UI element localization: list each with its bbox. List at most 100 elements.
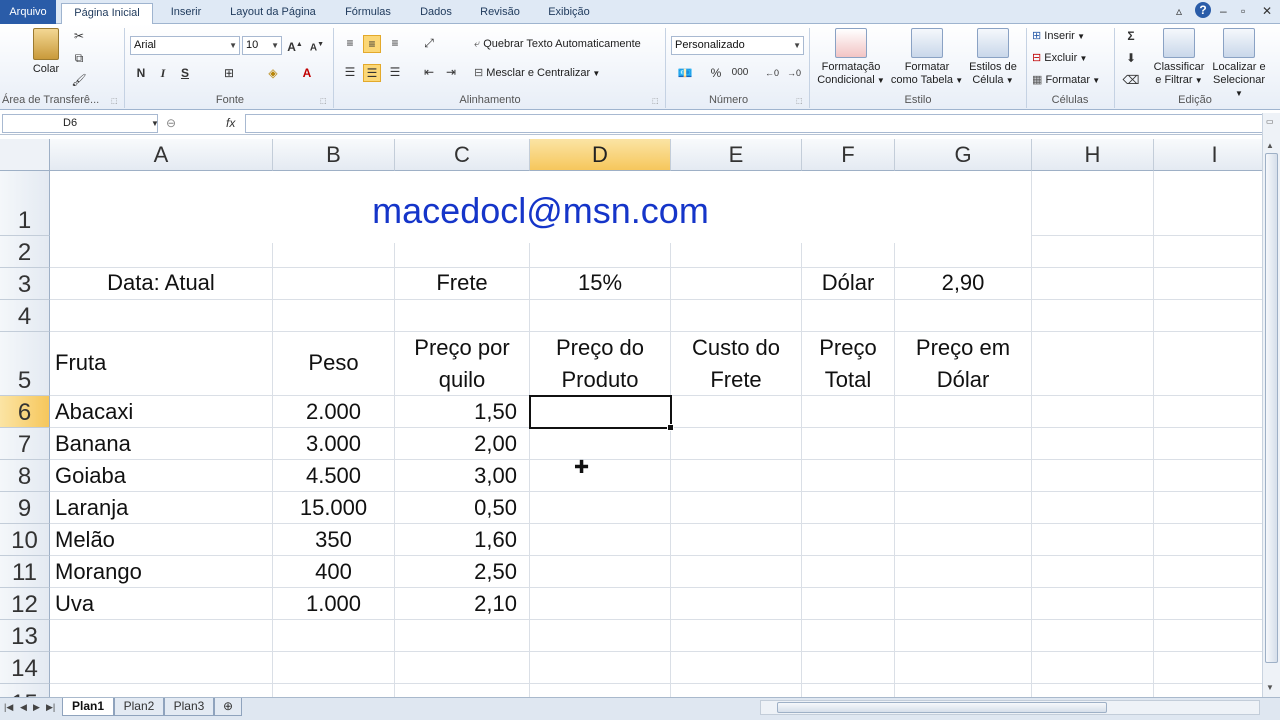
cell-fruta[interactable]: Laranja <box>55 493 265 523</box>
italic-button[interactable]: I <box>154 65 172 83</box>
cell-f3[interactable]: Dólar <box>802 268 894 298</box>
row-header-7[interactable]: 7 <box>0 428 50 460</box>
row-header-9[interactable]: 9 <box>0 492 50 524</box>
cell-c3[interactable]: Frete <box>395 268 529 298</box>
delete-cells-button[interactable]: ⊟ Excluir ▼ <box>1032 50 1087 67</box>
decrease-indent-icon[interactable]: ⇤ <box>420 64 438 82</box>
row-header-11[interactable]: 11 <box>0 556 50 588</box>
format-painter-icon[interactable]: 🖌 <box>70 72 88 90</box>
find-select-button[interactable]: Localizar e Selecionar ▼ <box>1208 28 1270 100</box>
formula-input[interactable] <box>245 114 1265 133</box>
row-header-12[interactable]: 12 <box>0 588 50 620</box>
alignment-launcher-icon[interactable]: ⬚ <box>652 97 659 105</box>
close-icon[interactable]: ✕ <box>1262 4 1272 18</box>
insert-cells-button[interactable]: ⊞ Inserir ▼ <box>1032 28 1085 45</box>
horizontal-scrollbar[interactable] <box>760 700 1260 715</box>
copy-icon[interactable]: ⧉ <box>70 50 88 68</box>
cell-peso[interactable]: 3.000 <box>273 429 394 459</box>
vertical-scroll-thumb[interactable] <box>1265 153 1278 663</box>
align-top-icon[interactable]: ≡ <box>341 35 359 53</box>
number-launcher-icon[interactable]: ⬚ <box>796 97 803 105</box>
cell-peso[interactable]: 2.000 <box>273 397 394 427</box>
sort-filter-button[interactable]: Classificar e Filtrar ▼ <box>1150 28 1208 87</box>
underline-button[interactable]: S <box>176 65 194 83</box>
row-header-5[interactable]: 5 <box>0 332 50 396</box>
row-header-2[interactable]: 2 <box>0 236 50 268</box>
header-custo-frete[interactable]: Custo do Frete <box>671 332 801 396</box>
cell-fruta[interactable]: Morango <box>55 557 265 587</box>
header-fruta[interactable]: Fruta <box>55 348 265 378</box>
tab-review[interactable]: Revisão <box>472 3 528 24</box>
align-middle-icon[interactable]: ≡ <box>363 35 381 53</box>
row-header-13[interactable]: 13 <box>0 620 50 652</box>
fill-icon[interactable]: ⬇ <box>1122 50 1140 68</box>
row-header-15[interactable]: 15 <box>0 684 50 697</box>
cell-preco[interactable]: 2,00 <box>395 429 517 459</box>
align-center-icon[interactable]: ☰ <box>363 64 381 82</box>
insert-sheet-icon[interactable]: ⊕ <box>214 698 242 716</box>
column-header-e[interactable]: E <box>671 139 802 171</box>
column-header-b[interactable]: B <box>273 139 395 171</box>
increase-decimal-icon[interactable]: ←0 <box>763 65 781 83</box>
column-header-h[interactable]: H <box>1032 139 1154 171</box>
conditional-formatting-button[interactable]: Formatação Condicional ▼ <box>814 28 888 87</box>
scroll-up-icon[interactable]: ▲ <box>1266 141 1274 150</box>
tab-formulas[interactable]: Fórmulas <box>338 3 398 24</box>
tab-view[interactable]: Exibição <box>540 3 598 24</box>
tab-file[interactable]: Arquivo <box>0 0 56 24</box>
format-as-table-button[interactable]: Formatar como Tabela ▼ <box>890 28 964 87</box>
first-sheet-icon[interactable]: |◀ <box>4 702 13 713</box>
cell-peso[interactable]: 15.000 <box>273 493 394 523</box>
tab-home[interactable]: Página Inicial <box>61 3 153 25</box>
cell-fruta[interactable]: Goiaba <box>55 461 265 491</box>
cell-fruta[interactable]: Uva <box>55 589 265 619</box>
header-preco-total[interactable]: Preço Total <box>802 332 894 396</box>
row-header-3[interactable]: 3 <box>0 268 50 300</box>
cell-a3[interactable]: Data: Atual <box>50 268 272 298</box>
column-header-i[interactable]: I <box>1154 139 1262 171</box>
prev-sheet-icon[interactable]: ◀ <box>20 702 27 713</box>
row-header-6[interactable]: 6 <box>0 396 50 428</box>
format-cells-button[interactable]: ▦ Formatar ▼ <box>1032 72 1100 89</box>
borders-icon[interactable]: ⊞ <box>220 65 238 83</box>
row-header-8[interactable]: 8 <box>0 460 50 492</box>
cell-preco[interactable]: 2,10 <box>395 589 517 619</box>
row-header-4[interactable]: 4 <box>0 300 50 332</box>
select-all-button[interactable] <box>0 139 50 171</box>
ruler-toggle-icon[interactable]: ▭ <box>1266 117 1274 126</box>
horizontal-scroll-thumb[interactable] <box>777 702 1107 713</box>
autosum-icon[interactable]: Σ <box>1122 28 1140 46</box>
grow-font-icon[interactable]: A▲ <box>286 37 304 55</box>
row-header-1[interactable]: 1 <box>0 171 50 236</box>
cell-preco[interactable]: 2,50 <box>395 557 517 587</box>
email-title-cell[interactable]: macedocl@msn.com <box>50 171 1031 243</box>
bold-button[interactable]: N <box>132 65 150 83</box>
cell-preco[interactable]: 0,50 <box>395 493 517 523</box>
tab-page-layout[interactable]: Layout da Página <box>222 3 324 24</box>
active-cell-d6[interactable] <box>529 395 674 431</box>
header-preco-quilo[interactable]: Preço por quilo <box>395 332 529 396</box>
cell-fruta[interactable]: Melão <box>55 525 265 555</box>
restore-icon[interactable]: ▫ <box>1241 4 1245 18</box>
percent-button[interactable]: % <box>707 65 725 83</box>
cut-icon[interactable]: ✂ <box>70 28 88 46</box>
merge-center-button[interactable]: ⊟ Mesclar e Centralizar ▼ <box>474 65 600 82</box>
column-header-a[interactable]: A <box>50 139 273 171</box>
cell-styles-button[interactable]: Estilos de Célula ▼ <box>964 28 1022 87</box>
increase-indent-icon[interactable]: ⇥ <box>442 64 460 82</box>
font-name-select[interactable]: Arial ▼ <box>130 36 240 55</box>
cell-preco[interactable]: 3,00 <box>395 461 517 491</box>
ribbon-collapse-icon[interactable]: ▵ <box>1176 4 1182 18</box>
cell-fruta[interactable]: Abacaxi <box>55 397 265 427</box>
row-header-14[interactable]: 14 <box>0 652 50 684</box>
tab-insert[interactable]: Inserir <box>160 3 212 24</box>
name-box[interactable]: D6 <box>2 114 158 133</box>
scroll-down-icon[interactable]: ▼ <box>1266 683 1274 692</box>
sheet-tab-plan2[interactable]: Plan2 <box>114 698 164 716</box>
column-header-g[interactable]: G <box>895 139 1032 171</box>
cell-fruta[interactable]: Banana <box>55 429 265 459</box>
cell-g3[interactable]: 2,90 <box>895 268 1031 298</box>
number-format-select[interactable]: Personalizado ▼ <box>671 36 804 55</box>
vertical-scrollbar[interactable]: ▭ ▲ ▼ <box>1262 113 1280 697</box>
sheet-tab-plan3[interactable]: Plan3 <box>164 698 214 716</box>
